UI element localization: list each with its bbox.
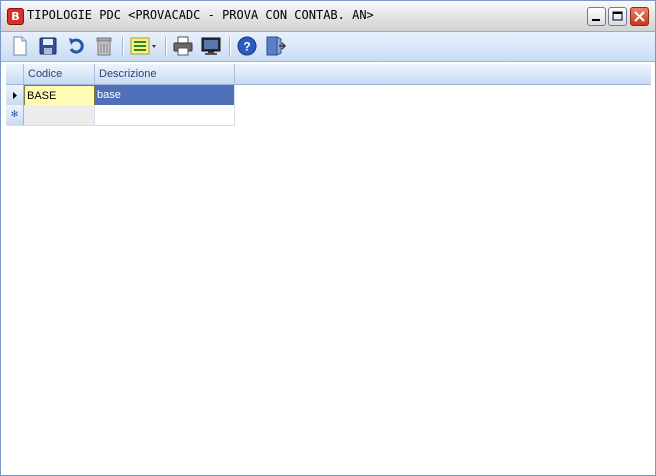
new-row[interactable]: ✻	[6, 105, 235, 126]
new-row-selector[interactable]: ✻	[6, 105, 24, 126]
print-icon	[173, 36, 193, 56]
undo-button[interactable]	[65, 35, 87, 57]
save-button[interactable]	[37, 35, 59, 57]
toolbar-separator	[229, 37, 231, 56]
preview-monitor-icon	[201, 37, 221, 55]
column-header-codice[interactable]: Codice	[24, 64, 95, 84]
cell-codice[interactable]: BASE	[24, 85, 95, 106]
toolbar-separator	[165, 37, 167, 56]
toolbar-separator	[122, 37, 124, 56]
maximize-button[interactable]	[608, 7, 627, 26]
list-options-icon	[130, 37, 156, 55]
new-cell-codice[interactable]	[24, 105, 95, 126]
exit-button[interactable]	[264, 35, 287, 57]
undo-icon	[69, 38, 84, 54]
toolbar: ?	[1, 32, 655, 62]
app-logo-icon[interactable]: B	[7, 8, 24, 25]
row-selector[interactable]	[6, 85, 24, 106]
new-cell-descrizione[interactable]	[95, 105, 235, 126]
close-button[interactable]	[630, 7, 649, 26]
new-document-icon	[13, 36, 27, 56]
window-title: TIPOLOGIE PDC <PROVACADC - PROVA CON CON…	[27, 8, 374, 22]
grid-header: Codice Descrizione	[6, 64, 651, 85]
title-bar[interactable]: B TIPOLOGIE PDC <PROVACADC - PROVA CON C…	[1, 1, 655, 32]
list-options-dropdown-button[interactable]	[129, 35, 159, 57]
minimize-button[interactable]	[587, 7, 606, 26]
cell-descrizione[interactable]: base	[95, 85, 235, 106]
delete-button[interactable]	[93, 35, 115, 57]
close-icon	[634, 11, 645, 22]
delete-trash-icon	[96, 37, 112, 56]
new-document-button[interactable]	[9, 35, 31, 57]
maximize-icon	[612, 11, 623, 21]
grid-divider	[6, 125, 235, 126]
svg-text:?: ?	[243, 40, 250, 54]
table-row[interactable]: BASE base	[6, 85, 235, 106]
help-icon: ?	[237, 36, 257, 56]
current-row-arrow-icon	[13, 92, 17, 99]
column-header-descrizione[interactable]: Descrizione	[95, 64, 235, 84]
help-button[interactable]: ?	[236, 35, 258, 57]
app-window: B TIPOLOGIE PDC <PROVACADC - PROVA CON C…	[0, 0, 656, 476]
row-header-corner[interactable]	[6, 64, 24, 84]
exit-icon	[266, 36, 287, 56]
preview-button[interactable]	[200, 35, 222, 57]
save-icon	[39, 37, 57, 55]
print-button[interactable]	[172, 35, 194, 57]
new-row-asterisk-icon: ✻	[10, 110, 19, 120]
minimize-icon	[592, 19, 600, 21]
